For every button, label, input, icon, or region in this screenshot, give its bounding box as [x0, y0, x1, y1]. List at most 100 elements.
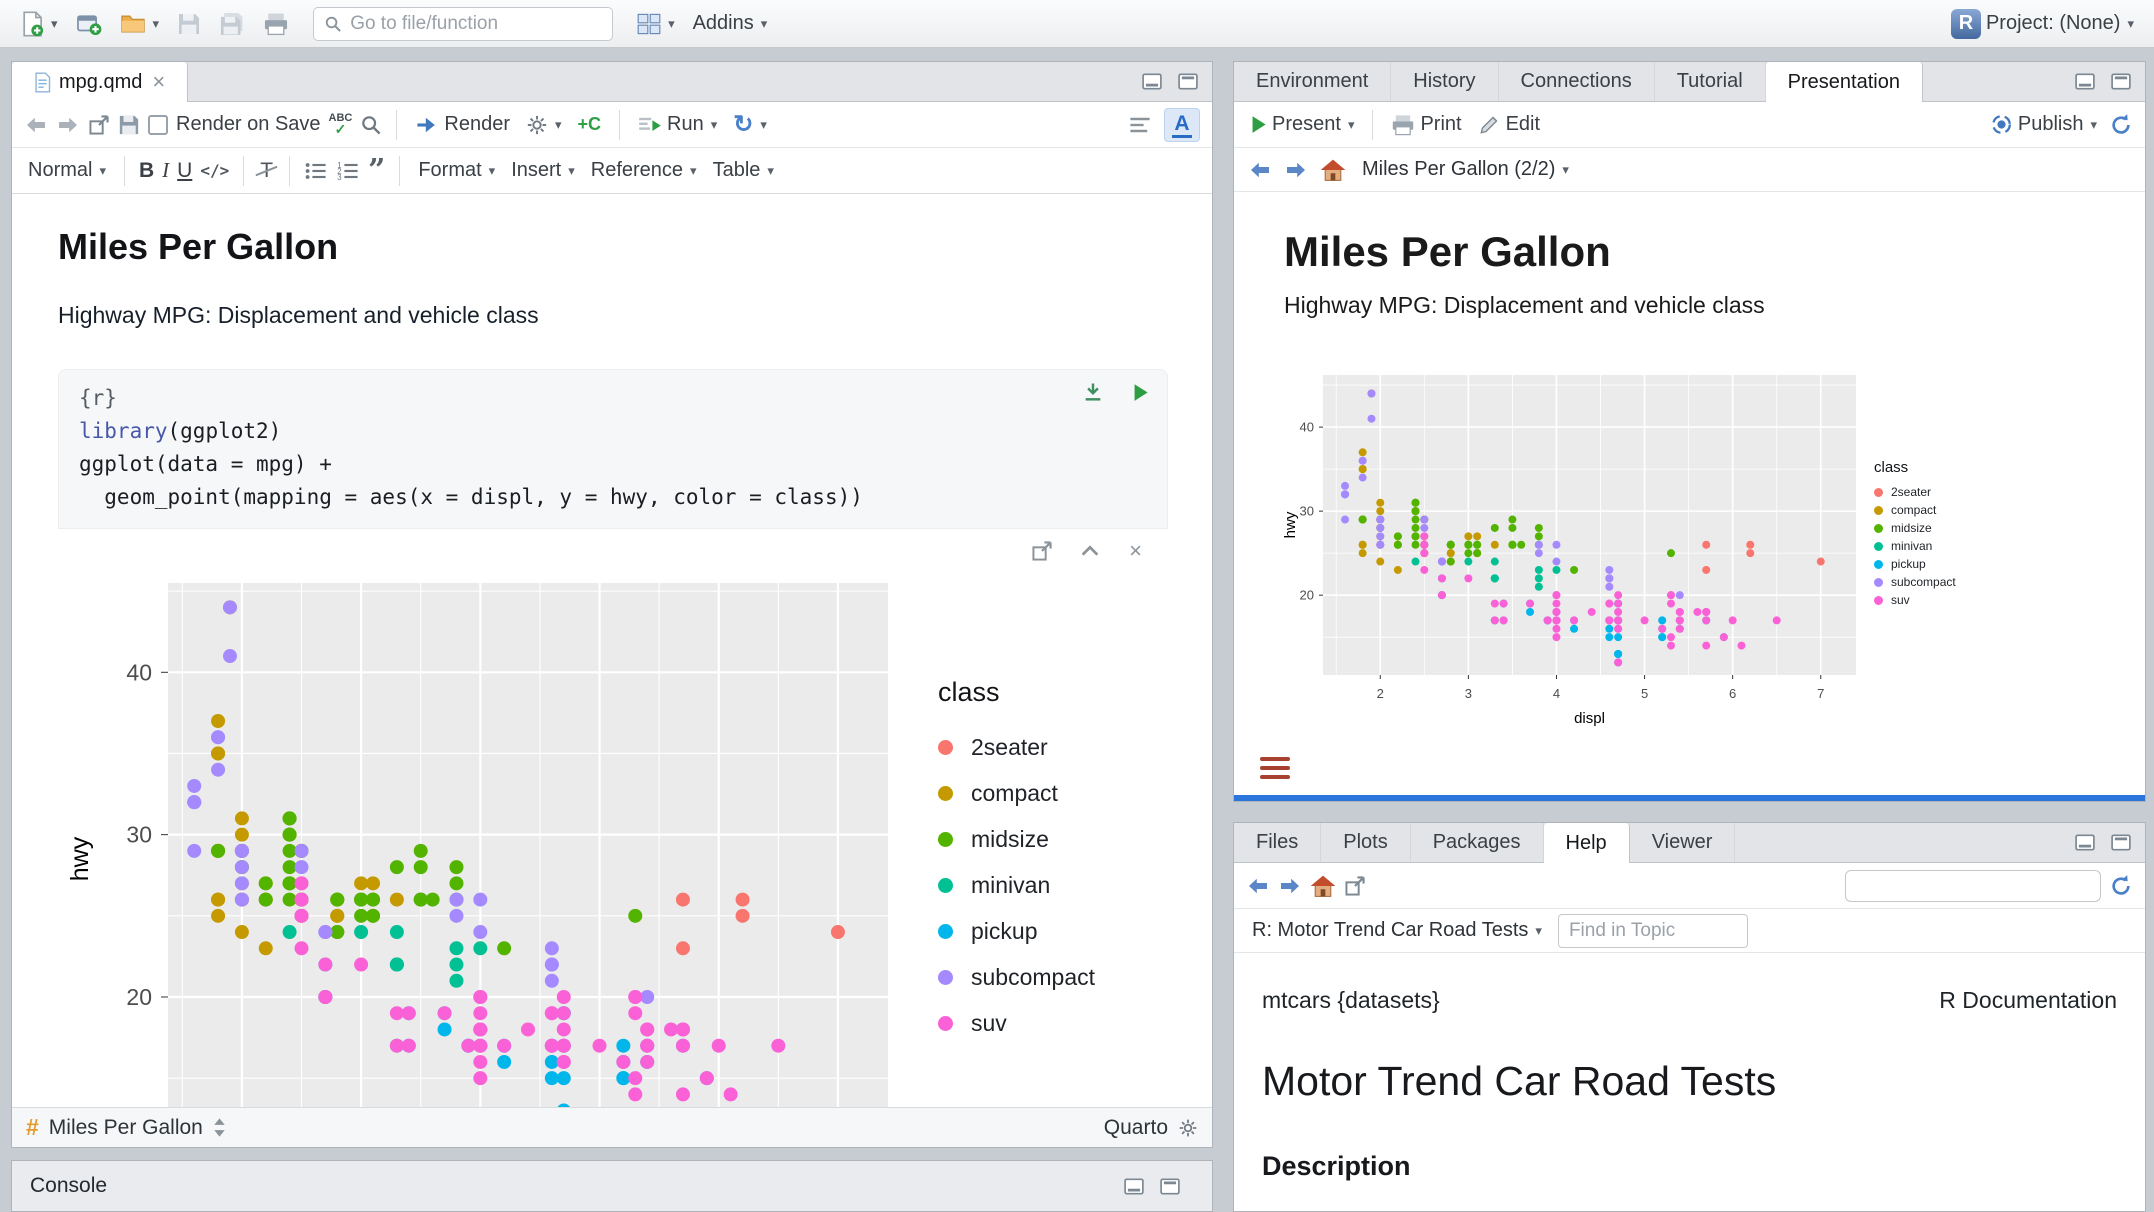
tab-mpg-qmd[interactable]: mpg.qmd ×: [12, 62, 188, 102]
slide-preview: Miles Per Gallon Highway MPG: Displaceme…: [1234, 192, 2145, 795]
maximize-pane-icon[interactable]: [1160, 1178, 1180, 1195]
tab-files[interactable]: Files: [1234, 823, 1321, 862]
table-menu[interactable]: Table▾: [709, 157, 778, 184]
tab-packages[interactable]: Packages: [1411, 823, 1544, 862]
forward-icon[interactable]: [1278, 875, 1302, 897]
tab-connections[interactable]: Connections: [1499, 62, 1655, 101]
minimize-pane-icon[interactable]: [1142, 73, 1162, 90]
rerun-button[interactable]: ↻ ▾: [729, 112, 771, 138]
open-output-in-window-icon[interactable]: [1031, 540, 1053, 562]
present-button[interactable]: Present ▾: [1246, 111, 1358, 138]
chevron-down-icon: ▾: [767, 163, 774, 179]
italic-button[interactable]: I: [162, 158, 169, 183]
home-icon[interactable]: [1320, 158, 1346, 182]
tab-presentation[interactable]: Presentation: [1766, 62, 1923, 102]
spellcheck-icon[interactable]: ABC✓: [329, 113, 353, 136]
help-topic-selector[interactable]: R: Motor Trend Car Road Tests ▾: [1248, 917, 1546, 944]
help-search-input[interactable]: [1860, 875, 2092, 896]
paragraph-style-menu[interactable]: Normal ▾: [24, 157, 110, 184]
slide-menu-icon[interactable]: [1260, 757, 1290, 779]
data-point: [390, 1006, 404, 1020]
open-file-button[interactable]: ▾: [116, 10, 164, 38]
run-button[interactable]: Run ▾: [634, 111, 721, 138]
back-icon[interactable]: [1248, 159, 1272, 181]
legend-label: compact: [971, 780, 1058, 807]
render-on-save-checkbox[interactable]: [148, 115, 168, 135]
edit-presentation-button[interactable]: Edit: [1474, 111, 1544, 138]
code-chunk[interactable]: {r} library(ggplot2) ggplot(data = mpg) …: [58, 369, 1168, 529]
minimize-pane-icon[interactable]: [1124, 1178, 1144, 1195]
underline-button[interactable]: U: [177, 159, 192, 183]
document-editor[interactable]: Miles Per Gallon Highway MPG: Displaceme…: [12, 194, 1212, 1107]
pane-window-buttons: [1110, 1178, 1194, 1195]
back-icon[interactable]: [1246, 875, 1270, 897]
print-button[interactable]: [259, 10, 293, 38]
legend-item: subcompact: [938, 954, 1095, 1000]
bullet-list-button[interactable]: [304, 161, 328, 181]
tab-help[interactable]: Help: [1544, 823, 1630, 863]
help-pane: Files Plots Packages Help Viewer: [1233, 822, 2146, 1212]
maximize-pane-icon[interactable]: [2111, 73, 2131, 90]
code-format-button[interactable]: </>: [200, 161, 229, 180]
data-point: [1491, 616, 1499, 624]
outline-updown-icon[interactable]: [213, 1117, 226, 1138]
chunk-output-toggle-icon[interactable]: [1082, 382, 1104, 402]
render-button[interactable]: Render: [411, 111, 514, 138]
data-point: [1535, 532, 1543, 540]
open-in-window-icon[interactable]: [1344, 875, 1366, 897]
data-point: [1676, 591, 1684, 599]
clear-output-icon[interactable]: ×: [1129, 541, 1142, 561]
forward-icon[interactable]: [56, 114, 80, 136]
home-icon[interactable]: [1310, 874, 1336, 898]
run-chunk-icon[interactable]: [1132, 383, 1149, 402]
go-to-file-input[interactable]: [350, 13, 602, 35]
tab-viewer[interactable]: Viewer: [1630, 823, 1736, 862]
save-all-button[interactable]: [215, 10, 249, 38]
reference-menu[interactable]: Reference▾: [587, 157, 701, 184]
data-point: [1702, 642, 1710, 650]
insert-chunk-button[interactable]: +C: [574, 112, 606, 137]
legend-label: minivan: [971, 872, 1050, 899]
find-in-topic-input[interactable]: [1558, 914, 1748, 948]
maximize-pane-icon[interactable]: [2111, 834, 2131, 851]
data-point: [1614, 650, 1622, 658]
forward-icon[interactable]: [1284, 159, 1308, 181]
project-menu[interactable]: R Project: (None) ▾: [1947, 7, 2138, 41]
visual-editor-toggle[interactable]: A: [1164, 108, 1200, 142]
maximize-pane-icon[interactable]: [1178, 73, 1198, 90]
back-icon[interactable]: [24, 114, 48, 136]
minimize-pane-icon[interactable]: [2075, 834, 2095, 851]
minimize-pane-icon[interactable]: [2075, 73, 2095, 90]
outline-location-label[interactable]: Miles Per Gallon: [49, 1116, 203, 1140]
tab-tutorial[interactable]: Tutorial: [1655, 62, 1766, 101]
bold-button[interactable]: B: [139, 159, 154, 183]
gear-icon[interactable]: [1178, 1118, 1198, 1138]
save-button[interactable]: [173, 10, 205, 38]
publish-button[interactable]: Publish ▾: [1986, 111, 2101, 138]
new-file-button[interactable]: ▾: [16, 9, 62, 39]
refresh-icon[interactable]: [2109, 113, 2133, 137]
new-project-button[interactable]: [72, 9, 106, 39]
close-icon[interactable]: ×: [152, 72, 165, 92]
render-options-button[interactable]: ▾: [522, 112, 566, 138]
numbered-list-button[interactable]: 123: [336, 161, 360, 181]
blockquote-button[interactable]: ”: [368, 161, 385, 181]
print-presentation-button[interactable]: Print: [1387, 111, 1465, 138]
outline-icon[interactable]: [1128, 114, 1152, 136]
collapse-output-icon[interactable]: [1079, 543, 1101, 559]
pane-layout-button[interactable]: ▾: [633, 11, 679, 37]
slide-selector[interactable]: Miles Per Gallon (2/2) ▾: [1358, 156, 1573, 183]
find-replace-icon[interactable]: [360, 114, 382, 136]
tab-plots[interactable]: Plots: [1321, 823, 1410, 862]
clear-formatting-button[interactable]: T: [258, 159, 275, 183]
insert-menu[interactable]: Insert▾: [507, 157, 579, 184]
data-point: [1605, 600, 1613, 608]
refresh-icon[interactable]: [2109, 874, 2133, 898]
addins-menu[interactable]: Addins ▾: [689, 10, 772, 37]
tab-environment[interactable]: Environment: [1234, 62, 1391, 101]
tab-history[interactable]: History: [1391, 62, 1498, 101]
format-menu[interactable]: Format▾: [414, 157, 499, 184]
format-mode-label[interactable]: Quarto: [1104, 1116, 1168, 1140]
open-in-window-icon[interactable]: [88, 114, 110, 136]
save-icon[interactable]: [118, 114, 140, 136]
